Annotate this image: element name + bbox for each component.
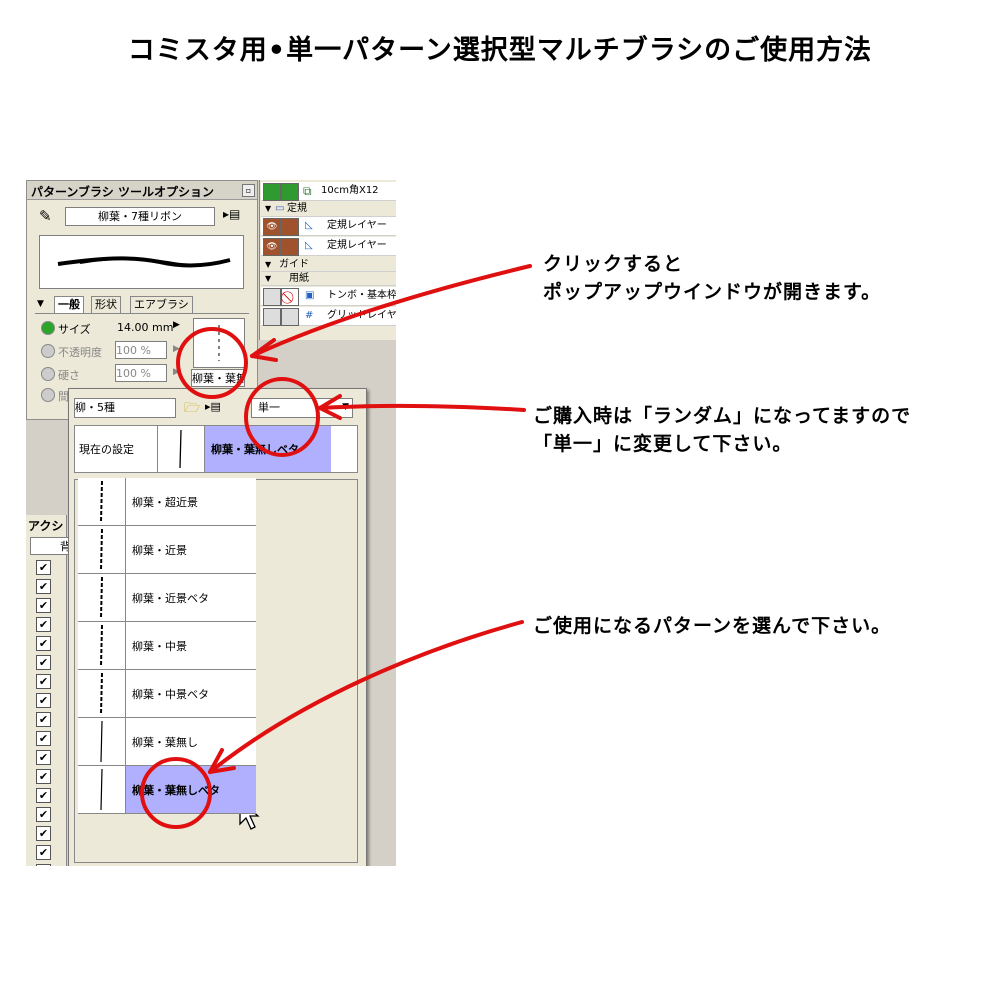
highlight-circle-selected-pattern [140, 757, 212, 829]
highlight-circle-mode-select [244, 377, 320, 457]
highlight-circle-pattern-button [176, 327, 248, 399]
arrow-click [250, 264, 532, 358]
arrow-select [208, 620, 524, 774]
arrow-mode [318, 403, 526, 412]
annotation-overlay [140, 264, 532, 829]
